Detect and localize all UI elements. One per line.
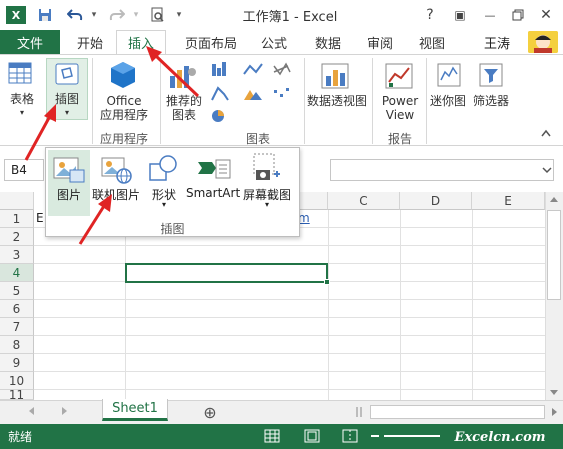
arrow-to-insert-tab-icon [146, 46, 200, 98]
arrow-to-illustrations-icon [24, 104, 56, 161]
arrow-to-online-pictures-icon [78, 194, 112, 245]
annotation-arrows [24, 46, 200, 245]
